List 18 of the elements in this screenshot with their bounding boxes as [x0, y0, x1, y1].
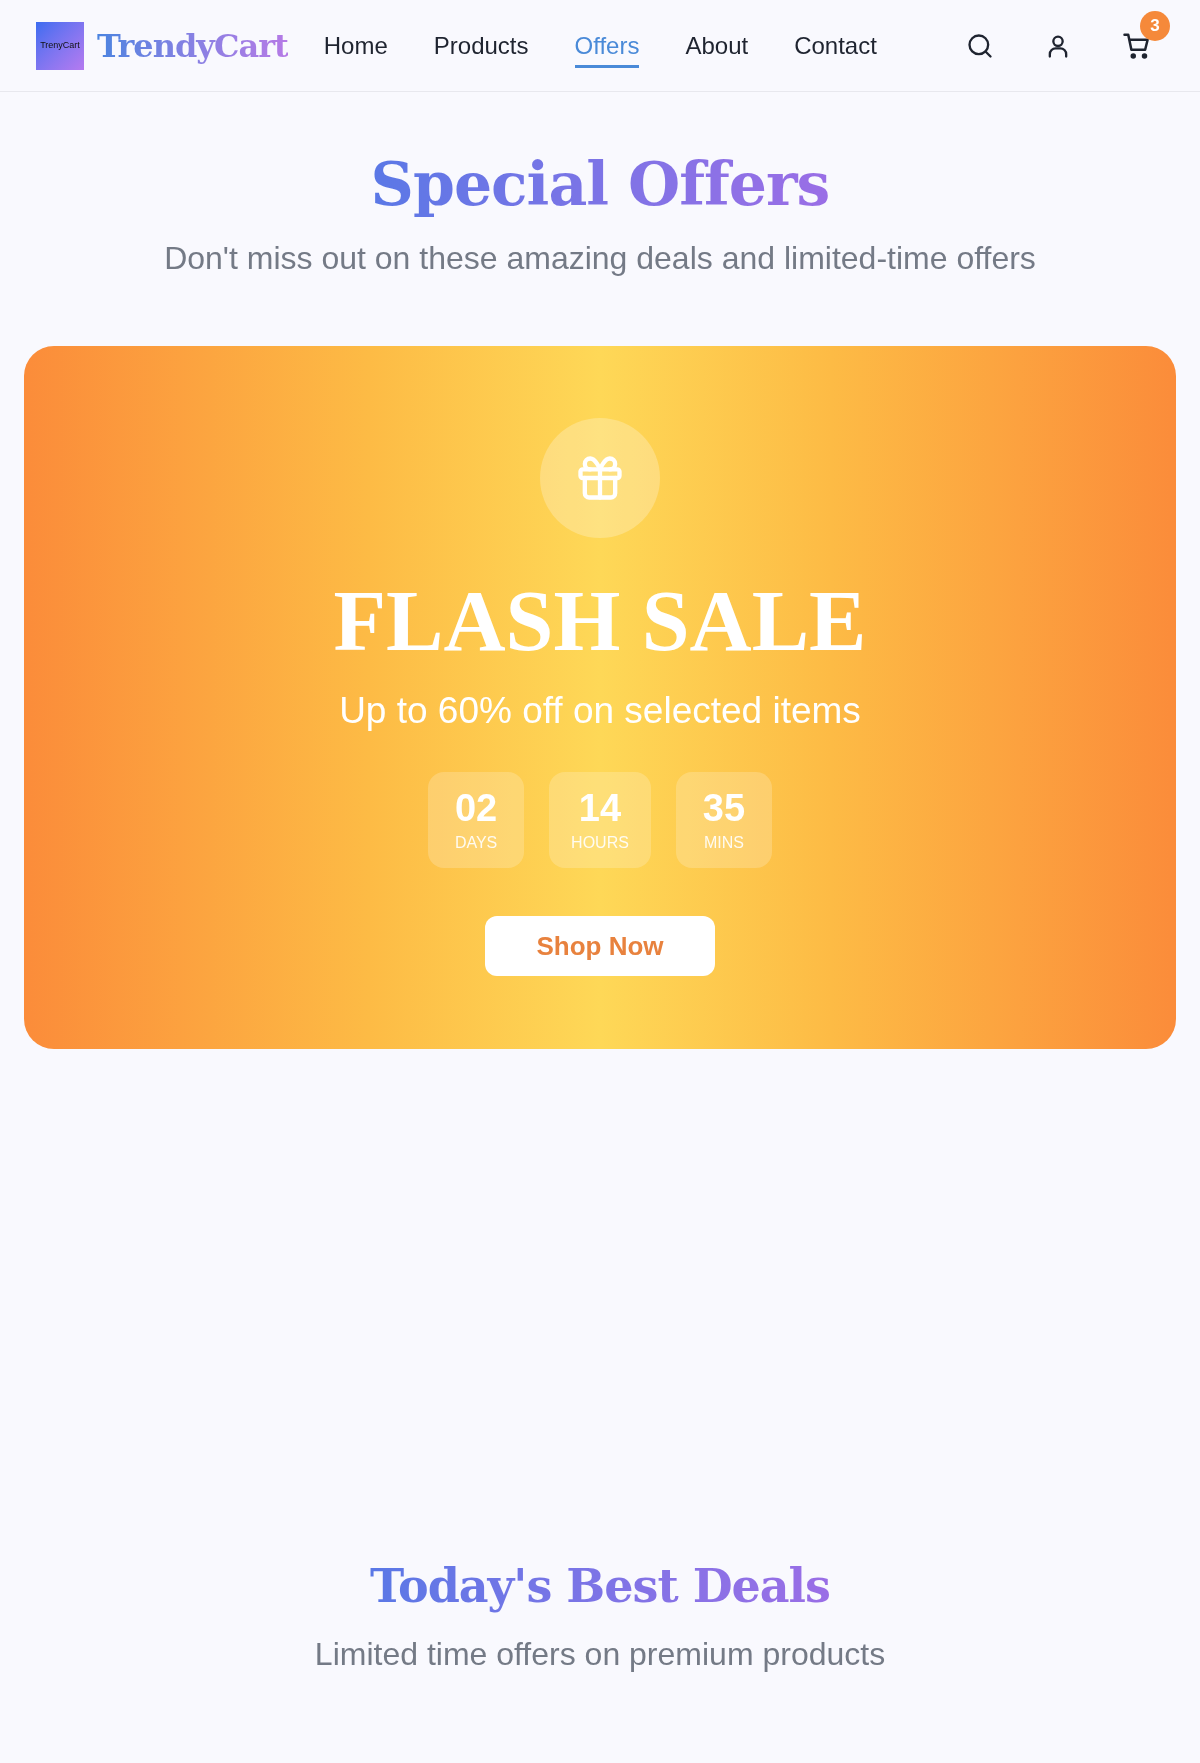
section-subtitle: Limited time offers on premium products: [314, 1635, 886, 1675]
search-icon[interactable]: [966, 31, 994, 60]
logo-text: TrenyCart: [40, 41, 80, 50]
nav-link[interactable]: Products: [433, 27, 529, 68]
countdown-value: 14: [578, 789, 622, 828]
flash-sale-title: FLASH SALE: [333, 574, 867, 669]
countdown-unit: HOURS: [571, 835, 629, 852]
nav-link[interactable]: Home: [323, 27, 388, 68]
nav-link[interactable]: Contact: [794, 27, 877, 68]
page-subtitle: Don't miss out on these amazing deals and limited-time offers: [164, 239, 1036, 278]
nav-link[interactable]: About: [685, 27, 749, 68]
countdown-unit: DAYS: [454, 835, 498, 852]
flash-sale-subtitle: Up to 60% off on selected items: [339, 688, 861, 733]
countdown-value: 35: [702, 789, 746, 828]
logo-icon[interactable]: TrenyCart: [36, 21, 84, 70]
countdown-value: 02: [454, 789, 498, 828]
cart-count-badge: 3: [1140, 10, 1170, 41]
countdown-unit: MINS: [703, 835, 744, 852]
